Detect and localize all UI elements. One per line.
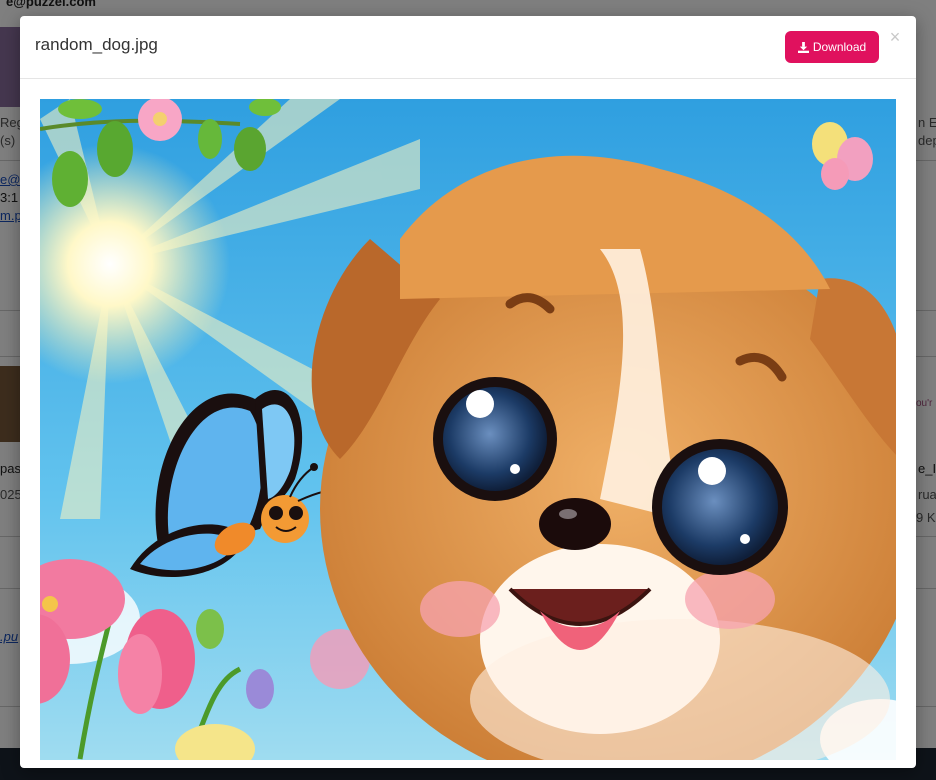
preview-image [40, 99, 896, 760]
close-button[interactable]: × [888, 27, 902, 47]
modal-header: random_dog.jpg Download × [20, 16, 916, 79]
download-icon [797, 41, 809, 53]
image-preview-modal: random_dog.jpg Download × [20, 16, 916, 768]
download-button[interactable]: Download [785, 31, 879, 63]
modal-title: random_dog.jpg [35, 35, 158, 54]
download-label: Download [812, 40, 867, 54]
